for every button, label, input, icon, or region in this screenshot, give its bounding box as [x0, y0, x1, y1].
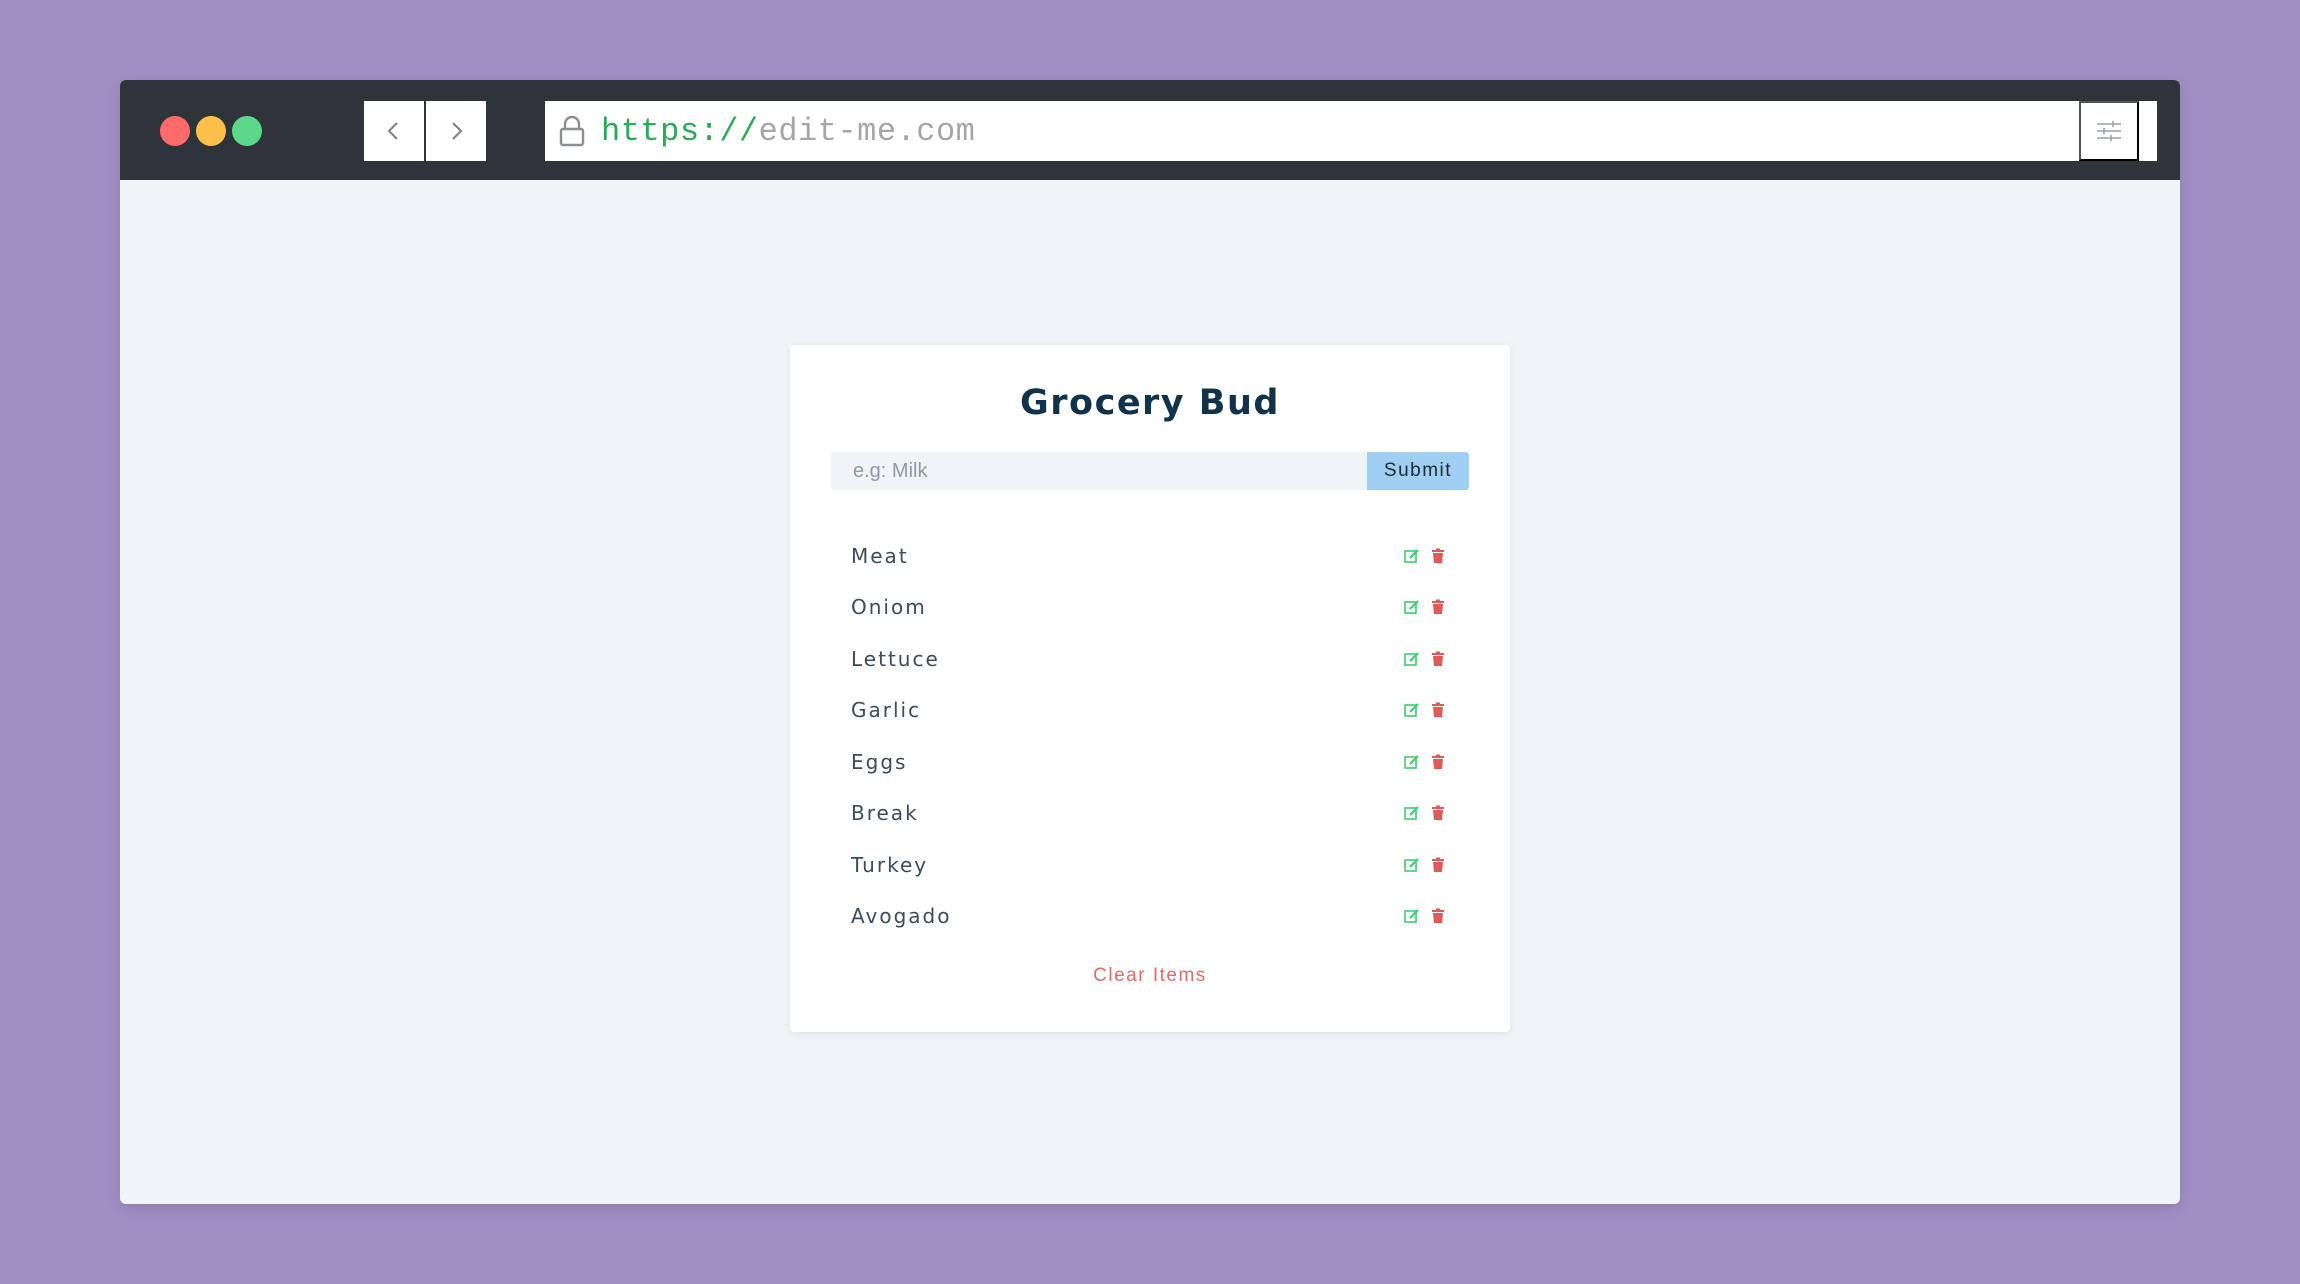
- trash-icon: [1432, 599, 1444, 615]
- edit-icon: [1404, 703, 1419, 718]
- edit-button[interactable]: [1403, 547, 1421, 565]
- edit-icon: [1404, 651, 1419, 666]
- lock-icon: [559, 115, 585, 147]
- address-bar[interactable]: https://edit-me.com: [545, 101, 2157, 161]
- url-scheme: https://: [601, 112, 759, 150]
- grocery-item: Meat: [831, 530, 1469, 582]
- item-actions: [1395, 650, 1469, 668]
- trash-icon: [1432, 805, 1444, 821]
- maximize-window-button[interactable]: [232, 116, 262, 146]
- sliders-icon: [2097, 121, 2121, 141]
- delete-button[interactable]: [1429, 598, 1447, 616]
- forward-button[interactable]: [426, 101, 486, 161]
- chevron-left-icon: [387, 122, 398, 140]
- grocery-card: Grocery Bud Submit Meat Oniom L: [790, 345, 1510, 1032]
- grocery-item: Avogado: [831, 891, 1469, 943]
- item-actions: [1395, 547, 1469, 565]
- item-name: Turkey: [851, 852, 929, 877]
- edit-icon: [1404, 548, 1419, 563]
- grocery-list: Meat Oniom Lettuce Garlic Eggs Break Tur…: [831, 530, 1469, 942]
- minimize-window-button[interactable]: [196, 116, 226, 146]
- item-name: Eggs: [851, 749, 908, 774]
- delete-button[interactable]: [1429, 753, 1447, 771]
- delete-button[interactable]: [1429, 547, 1447, 565]
- edit-button[interactable]: [1403, 701, 1421, 719]
- grocery-item: Lettuce: [831, 633, 1469, 685]
- item-actions: [1395, 701, 1469, 719]
- trash-icon: [1432, 908, 1444, 924]
- submit-button[interactable]: Submit: [1367, 452, 1469, 490]
- edit-button[interactable]: [1403, 650, 1421, 668]
- item-name: Oniom: [851, 595, 927, 620]
- edit-button[interactable]: [1403, 598, 1421, 616]
- edit-icon: [1404, 600, 1419, 615]
- edit-icon: [1404, 857, 1419, 872]
- edit-button[interactable]: [1403, 856, 1421, 874]
- grocery-form: Submit: [831, 452, 1469, 490]
- browser-toolbar: https://edit-me.com: [120, 80, 2180, 180]
- grocery-item: Garlic: [831, 685, 1469, 737]
- item-actions: [1395, 907, 1469, 925]
- clear-items-button[interactable]: Clear Items: [790, 965, 1510, 987]
- chevron-right-icon: [452, 122, 463, 140]
- delete-button[interactable]: [1429, 856, 1447, 874]
- item-actions: [1395, 804, 1469, 822]
- edit-icon: [1404, 806, 1419, 821]
- item-name: Break: [851, 801, 919, 826]
- settings-button[interactable]: [2079, 101, 2139, 161]
- delete-button[interactable]: [1429, 701, 1447, 719]
- edit-button[interactable]: [1403, 907, 1421, 925]
- item-actions: [1395, 753, 1469, 771]
- grocery-item: Turkey: [831, 839, 1469, 891]
- browser-window: https://edit-me.com Grocery Bud Submit M…: [120, 80, 2180, 1204]
- delete-button[interactable]: [1429, 804, 1447, 822]
- edit-button[interactable]: [1403, 804, 1421, 822]
- delete-button[interactable]: [1429, 650, 1447, 668]
- edit-icon: [1404, 754, 1419, 769]
- item-actions: [1395, 856, 1469, 874]
- item-name: Meat: [851, 543, 909, 568]
- grocery-item: Break: [831, 788, 1469, 840]
- close-window-button[interactable]: [160, 116, 190, 146]
- back-button[interactable]: [364, 101, 424, 161]
- item-actions: [1395, 598, 1469, 616]
- grocery-item: Oniom: [831, 582, 1469, 634]
- item-name: Garlic: [851, 698, 922, 723]
- trash-icon: [1432, 754, 1444, 769]
- edit-icon: [1404, 909, 1419, 924]
- item-name: Avogado: [851, 904, 952, 929]
- trash-icon: [1432, 702, 1444, 718]
- delete-button[interactable]: [1429, 907, 1447, 925]
- grocery-item: Eggs: [831, 736, 1469, 788]
- trash-icon: [1432, 857, 1444, 872]
- url-host: edit-me.com: [758, 112, 976, 150]
- trash-icon: [1432, 548, 1444, 563]
- url-text: https://edit-me.com: [601, 113, 975, 150]
- trash-icon: [1432, 651, 1444, 666]
- edit-button[interactable]: [1403, 753, 1421, 771]
- app-title: Grocery Bud: [1020, 383, 1280, 423]
- grocery-input[interactable]: [831, 452, 1367, 490]
- item-name: Lettuce: [851, 646, 940, 671]
